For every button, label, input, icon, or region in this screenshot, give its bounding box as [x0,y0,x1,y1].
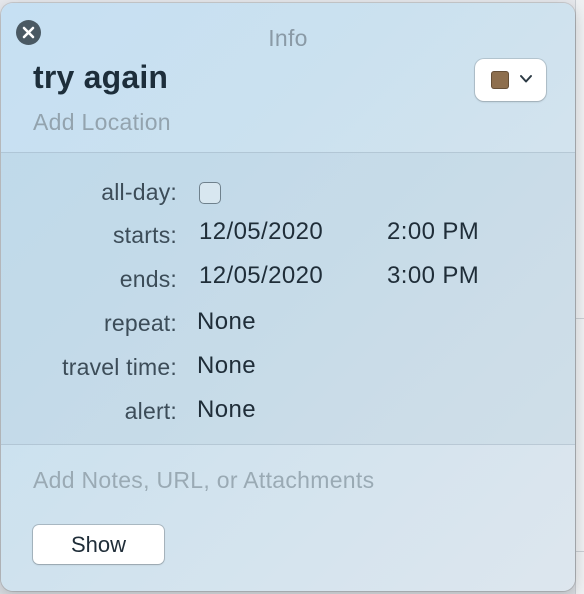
all-day-checkbox[interactable] [199,182,221,204]
alert-label: alert: [124,398,177,424]
event-info-popover: Info try again Add Location all-day: sta… [1,3,575,591]
alert-value[interactable]: None [197,396,256,424]
show-button[interactable]: Show [33,525,164,564]
background-divider [575,551,584,552]
background-divider [575,318,584,319]
notes-field[interactable]: Add Notes, URL, or Attachments [33,467,374,494]
travel-time-label: travel time: [62,354,177,380]
start-time-field[interactable]: 2:00 PM [387,218,479,246]
chevron-down-icon [520,75,532,83]
calendar-color-picker[interactable] [475,59,546,101]
details-divider [1,444,575,445]
calendar-color-swatch [491,71,509,89]
repeat-value[interactable]: None [197,308,256,336]
popover-title: Info [268,25,308,51]
repeat-label: repeat: [103,310,177,336]
location-field[interactable]: Add Location [33,109,171,136]
end-date-field[interactable]: 12/05/2020 [199,262,323,290]
start-date-field[interactable]: 12/05/2020 [199,218,323,246]
ends-label: ends: [119,266,177,292]
starts-label: starts: [112,222,177,248]
travel-time-value[interactable]: None [197,352,256,380]
event-title[interactable]: try again [33,59,168,96]
all-day-label: all-day: [101,179,177,205]
background-window-edge [575,0,584,594]
end-time-field[interactable]: 3:00 PM [387,262,479,290]
